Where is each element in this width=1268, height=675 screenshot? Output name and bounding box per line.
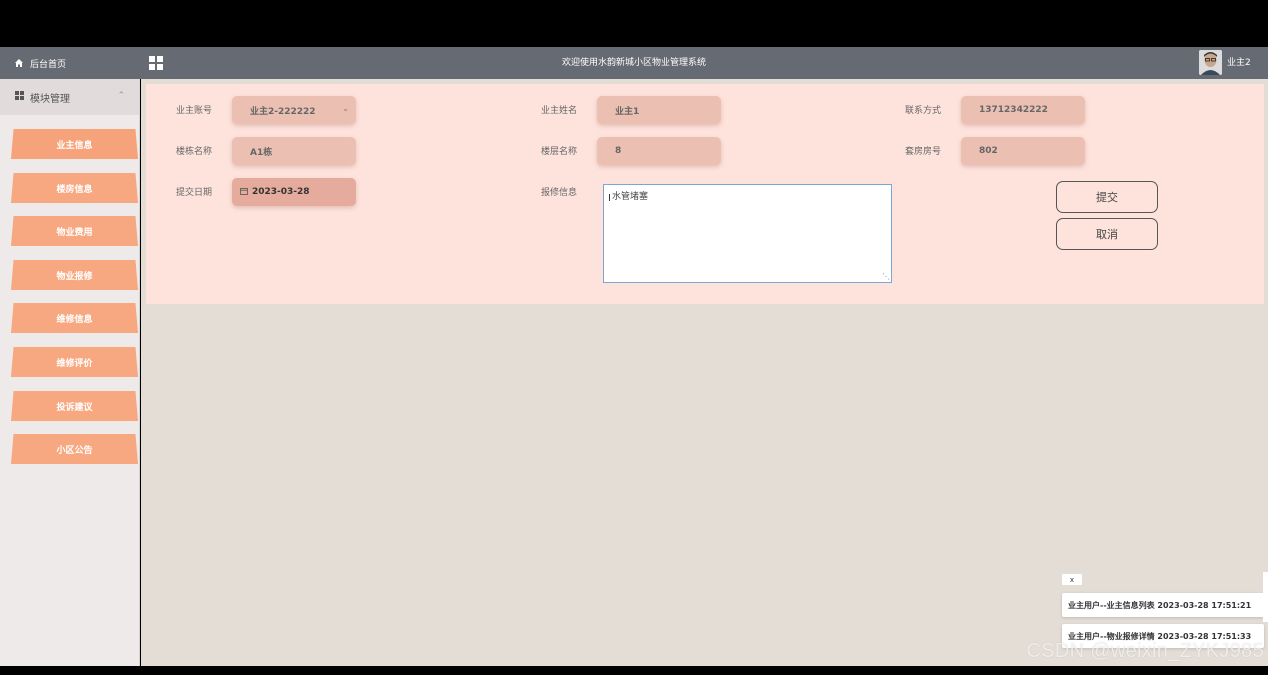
home-icon (14, 58, 24, 68)
notification-item[interactable]: 业主用户--业主信息列表 2023-03-28 17:51:21 (1062, 593, 1264, 617)
submit-date-picker[interactable]: 2023-03-28 (232, 178, 356, 206)
module-title: 模块管理 (30, 93, 70, 105)
scroll-edge (1263, 572, 1268, 622)
repair-info-label: 报修信息 (541, 188, 578, 198)
room-label: 套房房号 (905, 147, 942, 157)
sidebar-item-property-fees[interactable]: 物业费用 (11, 216, 138, 246)
building-label: 楼栋名称 (176, 147, 213, 157)
username[interactable]: 业主2 (1227, 47, 1251, 79)
chevron-up-icon: ⌃ (117, 91, 125, 101)
top-bar: 后台首页 欢迎使用水韵新城小区物业管理系统 业主2 (0, 47, 1268, 79)
system-title: 欢迎使用水韵新城小区物业管理系统 (561, 58, 706, 68)
room-field[interactable]: 802 (961, 137, 1085, 165)
notifications-close-button[interactable]: x (1062, 574, 1082, 585)
sidebar-item-complaints[interactable]: 投诉建议 (11, 391, 138, 421)
sidebar: 模块管理 ⌃ 业主信息 楼房信息 物业费用 物业报修 维修信息 维修评价 投诉建… (0, 79, 140, 666)
text-cursor-icon: I (608, 193, 611, 204)
repair-info-textarea[interactable]: I 水管堵塞 ⋱ (603, 184, 892, 283)
sidebar-item-maintenance-review[interactable]: 维修评价 (11, 347, 138, 377)
home-link[interactable]: 后台首页 (14, 47, 66, 79)
contact-label: 联系方式 (905, 106, 942, 116)
owner-account-label: 业主账号 (176, 106, 213, 116)
grid-menu-icon[interactable] (149, 56, 163, 70)
sidebar-item-owner-info[interactable]: 业主信息 (11, 129, 138, 159)
building-field[interactable]: A1栋 (232, 137, 356, 165)
owner-name-label: 业主姓名 (541, 106, 578, 116)
calendar-icon (240, 187, 248, 198)
watermark: CSDN @weixin_ZYKJ985 (1026, 640, 1264, 662)
sidebar-item-property-repair[interactable]: 物业报修 (11, 260, 138, 290)
repair-info-value: 水管堵塞 (612, 192, 649, 202)
sidebar-item-maintenance-info[interactable]: 维修信息 (11, 303, 138, 333)
sidebar-item-announcements[interactable]: 小区公告 (11, 434, 138, 464)
owner-account-select[interactable]: 业主2-222222 ⌄ (232, 96, 356, 124)
grid-icon (15, 91, 24, 103)
home-link-label: 后台首页 (30, 59, 67, 70)
submit-date-label: 提交日期 (176, 188, 213, 198)
floor-label: 楼层名称 (541, 147, 578, 157)
submit-date-value: 2023-03-28 (252, 187, 310, 197)
submit-button[interactable]: 提交 (1056, 181, 1158, 213)
avatar[interactable] (1199, 50, 1222, 75)
chevron-down-icon: ⌄ (342, 104, 349, 113)
resize-handle-icon[interactable]: ⋱ (882, 272, 890, 281)
module-header[interactable]: 模块管理 ⌃ (0, 79, 139, 115)
contact-field[interactable]: 13712342222 (961, 96, 1085, 124)
main-content: 业主账号 业主2-222222 ⌄ 业主姓名 业主1 联系方式 13712342… (141, 79, 1268, 666)
sidebar-item-building-info[interactable]: 楼房信息 (11, 173, 138, 203)
owner-name-field[interactable]: 业主1 (597, 96, 721, 124)
floor-field[interactable]: 8 (597, 137, 721, 165)
cancel-button[interactable]: 取消 (1056, 218, 1158, 250)
repair-form: 业主账号 业主2-222222 ⌄ 业主姓名 业主1 联系方式 13712342… (146, 84, 1264, 304)
owner-account-value: 业主2-222222 (250, 106, 316, 117)
